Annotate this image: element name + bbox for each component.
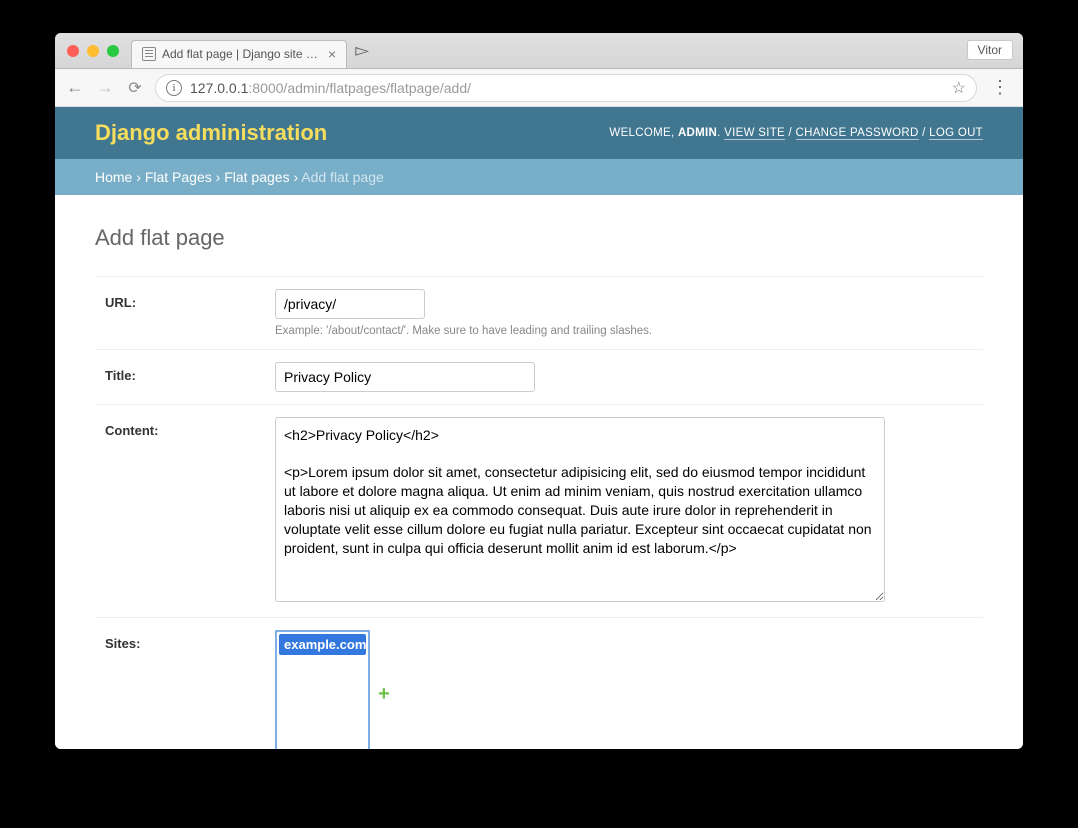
label-content: Content: [105, 417, 275, 605]
url-field[interactable] [275, 289, 425, 319]
change-password-link[interactable]: CHANGE PASSWORD [796, 127, 919, 140]
title-field[interactable] [275, 362, 535, 392]
breadcrumb: Home › Flat Pages › Flat pages › Add fla… [55, 159, 1023, 195]
close-tab-button[interactable]: × [328, 47, 336, 61]
address-bar: ← → ⟳ i 127.0.0.1:8000/admin/flatpages/f… [55, 69, 1023, 107]
welcome-text: WELCOME, [609, 127, 674, 139]
main-content: Add flat page URL: Example: '/about/cont… [55, 195, 1023, 749]
reload-button[interactable]: ⟳ [125, 78, 145, 98]
row-title: Title: [95, 349, 983, 404]
logout-link[interactable]: LOG OUT [929, 127, 983, 140]
tab-title: Add flat page | Django site adm [162, 47, 322, 61]
label-sites: Sites: [105, 630, 275, 749]
url-host: 127.0.0.1 [190, 80, 248, 96]
profile-button[interactable]: Vitor [967, 40, 1013, 60]
forward-button[interactable]: → [95, 77, 115, 98]
page-content: Django administration WELCOME, ADMIN. VI… [55, 107, 1023, 749]
browser-window: Add flat page | Django site adm × ▻ Vito… [55, 33, 1023, 749]
view-site-link[interactable]: VIEW SITE [724, 127, 785, 140]
window-controls [63, 45, 119, 57]
content-field[interactable] [275, 417, 885, 602]
minimize-window-button[interactable] [87, 45, 99, 57]
breadcrumb-home[interactable]: Home [95, 169, 132, 185]
breadcrumb-app[interactable]: Flat Pages [145, 169, 212, 185]
breadcrumb-model[interactable]: Flat pages [224, 169, 289, 185]
url-text: 127.0.0.1:8000/admin/flatpages/flatpage/… [190, 80, 944, 96]
close-window-button[interactable] [67, 45, 79, 57]
breadcrumb-current: Add flat page [301, 169, 384, 185]
page-icon [142, 47, 156, 61]
row-url: URL: Example: '/about/contact/'. Make su… [95, 276, 983, 349]
tab-bar: Add flat page | Django site adm × ▻ Vito… [55, 33, 1023, 69]
label-url: URL: [105, 289, 275, 337]
user-links: WELCOME, ADMIN. VIEW SITE / CHANGE PASSW… [609, 127, 983, 139]
label-title: Title: [105, 362, 275, 392]
browser-menu-button[interactable]: ⋮ [987, 77, 1013, 98]
username: ADMIN [678, 127, 717, 139]
row-content: Content: [95, 404, 983, 617]
sites-select[interactable]: example.com [275, 630, 370, 749]
sites-option[interactable]: example.com [279, 634, 366, 655]
page-title: Add flat page [95, 225, 983, 251]
maximize-window-button[interactable] [107, 45, 119, 57]
back-button[interactable]: ← [65, 77, 85, 98]
bookmark-star-icon[interactable]: ☆ [952, 78, 966, 98]
site-info-icon[interactable]: i [166, 80, 182, 96]
omnibox[interactable]: i 127.0.0.1:8000/admin/flatpages/flatpag… [155, 74, 977, 102]
new-tab-button[interactable]: ▻ [355, 40, 369, 61]
row-sites: Sites: example.com + [95, 617, 983, 749]
site-brand[interactable]: Django administration [95, 120, 327, 146]
browser-tab[interactable]: Add flat page | Django site adm × [131, 40, 347, 68]
url-help: Example: '/about/contact/'. Make sure to… [275, 325, 973, 337]
url-path: :8000/admin/flatpages/flatpage/add/ [248, 80, 471, 96]
admin-header: Django administration WELCOME, ADMIN. VI… [55, 107, 1023, 159]
add-site-button[interactable]: + [378, 683, 390, 706]
